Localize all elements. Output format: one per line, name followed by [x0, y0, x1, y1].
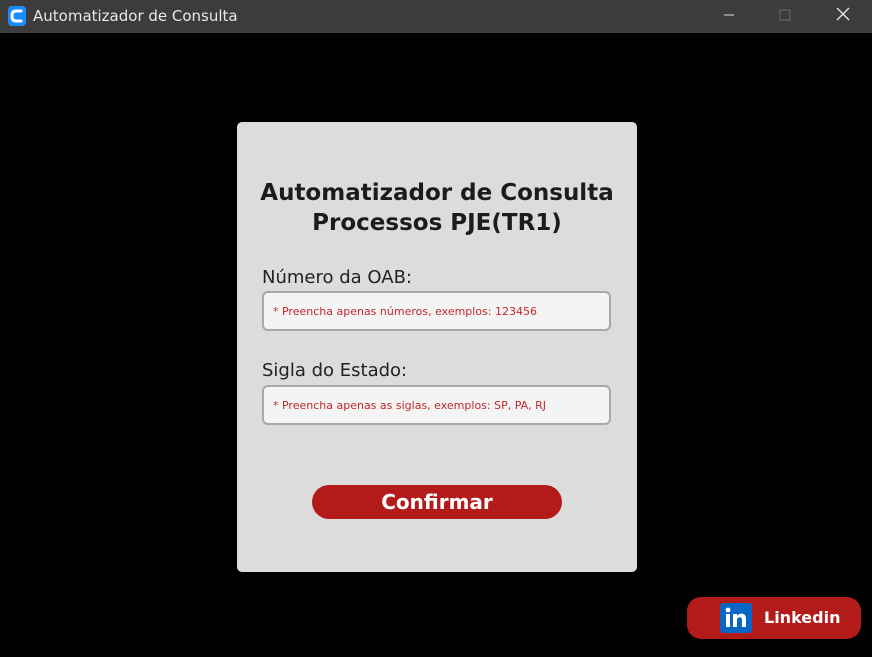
linkedin-label: Linkedin — [764, 608, 841, 627]
close-icon — [836, 7, 850, 26]
close-button[interactable] — [820, 0, 866, 33]
linkedin-button[interactable]: Linkedin — [687, 597, 861, 639]
form-title-line2: Processos PJE(TR1) — [312, 210, 562, 236]
app-window: Automatizador de Consulta Automatizador … — [0, 0, 872, 657]
oab-number-input[interactable] — [262, 291, 611, 331]
state-abbreviation-input[interactable] — [262, 385, 611, 425]
form-card: Automatizador de Consulta Processos PJE(… — [237, 122, 637, 572]
minimize-icon — [723, 8, 735, 26]
confirm-button[interactable]: Confirmar — [312, 485, 562, 519]
window-title: Automatizador de Consulta — [33, 7, 238, 25]
maximize-button[interactable] — [762, 0, 808, 33]
maximize-icon — [779, 8, 791, 26]
state-label: Sigla do Estado: — [262, 360, 408, 381]
form-title: Automatizador de Consulta Processos PJE(… — [237, 178, 637, 238]
minimize-button[interactable] — [706, 0, 752, 33]
linkedin-icon — [720, 603, 752, 633]
app-logo-icon — [8, 6, 26, 26]
title-bar[interactable]: Automatizador de Consulta — [0, 0, 872, 33]
oab-label: Número da OAB: — [262, 267, 412, 288]
form-title-line1: Automatizador de Consulta — [260, 180, 614, 206]
